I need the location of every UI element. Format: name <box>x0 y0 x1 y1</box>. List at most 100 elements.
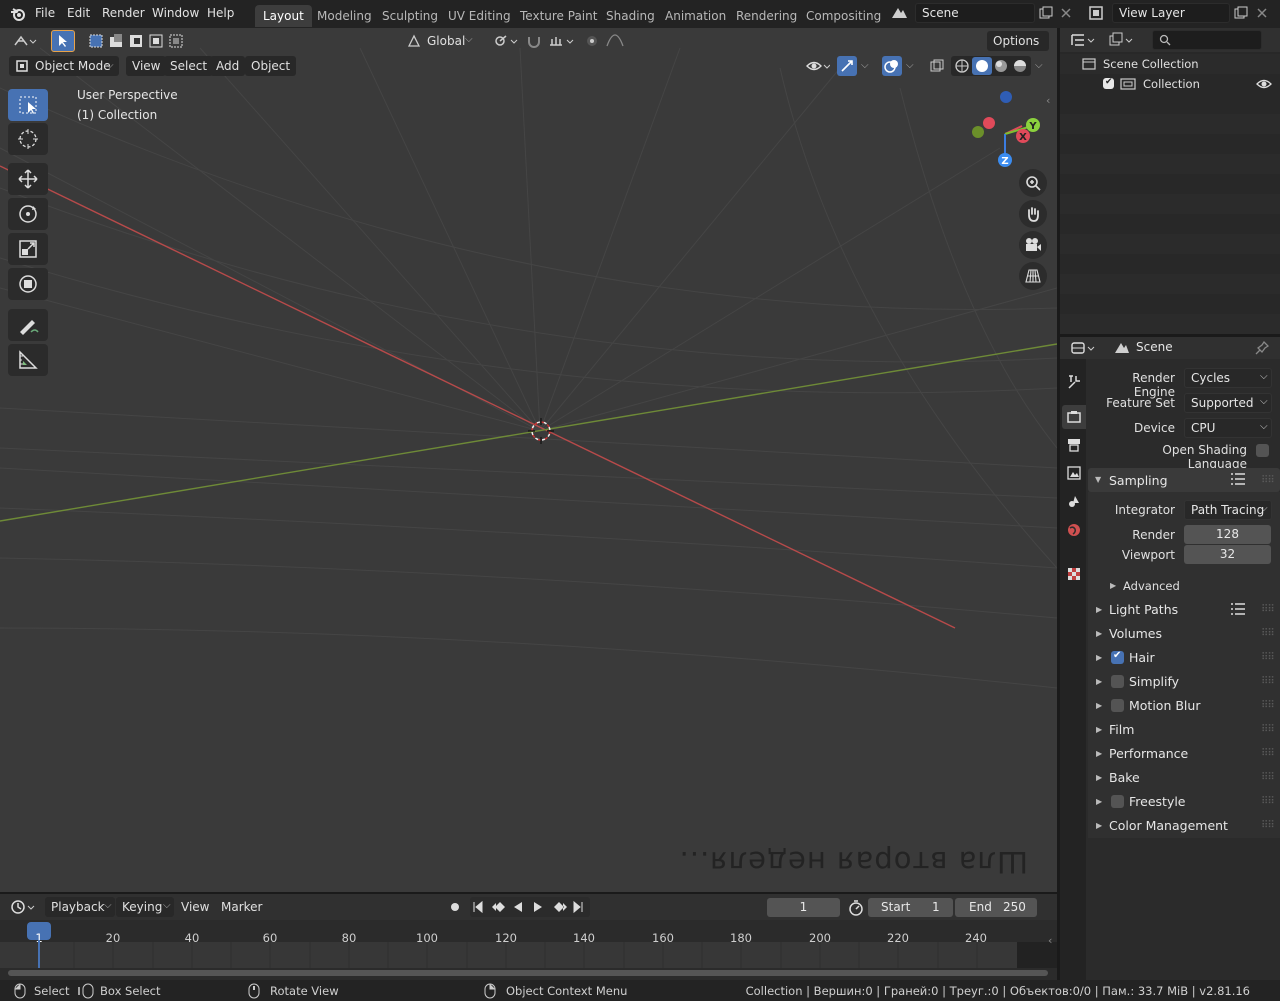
viewport-samples-field[interactable]: 32 <box>1184 545 1271 564</box>
feature-set-dropdown[interactable]: Supported <box>1184 393 1272 413</box>
drag-grip-icon[interactable]: ⠿⠿ <box>1261 652 1275 663</box>
stopwatch-icon[interactable] <box>846 898 866 918</box>
move-tool[interactable] <box>8 163 48 195</box>
menu-render[interactable]: Render <box>102 6 145 20</box>
tab-modeling[interactable]: Modeling <box>309 5 380 27</box>
tool-tab-icon[interactable] <box>1064 372 1084 392</box>
proportional-edit-icon[interactable] <box>582 31 602 51</box>
3d-cursor-icon[interactable] <box>528 418 554 444</box>
tab-animation[interactable]: Animation <box>657 5 734 27</box>
select-tool-mode-icon[interactable] <box>51 30 75 52</box>
playback-controls[interactable] <box>470 897 590 917</box>
outliner-row-collection[interactable]: ✔ Collection <box>1060 74 1280 94</box>
editor-type-icon[interactable] <box>10 31 40 51</box>
tab-shading[interactable]: Shading <box>598 5 663 27</box>
performance-panel[interactable]: ▶ Performance ⠿⠿ <box>1088 742 1278 764</box>
snap-icon[interactable] <box>524 31 544 51</box>
drag-grip-icon[interactable]: ⠿⠿ <box>1261 628 1275 639</box>
device-dropdown[interactable]: CPU <box>1184 418 1272 438</box>
outliner-editor-type-icon[interactable] <box>1068 30 1098 50</box>
menu-object[interactable]: Object <box>245 56 297 76</box>
tab-texture-paint[interactable]: Texture Paint <box>512 5 605 27</box>
selection-mode-icons[interactable] <box>88 31 184 51</box>
light-paths-panel[interactable]: ▶ Light Paths ⠿⠿ <box>1088 598 1278 620</box>
timeline-scrollbar[interactable] <box>8 970 1048 976</box>
pivot-point-icon[interactable] <box>490 31 520 51</box>
overlays-icon[interactable] <box>882 56 902 76</box>
simplify-panel[interactable]: ▶ Simplify ⠿⠿ <box>1088 670 1278 692</box>
film-panel[interactable]: ▶ Film ⠿⠿ <box>1088 718 1278 740</box>
pan-hand-icon[interactable] <box>1019 200 1047 228</box>
render-engine-dropdown[interactable]: Cycles <box>1184 368 1272 388</box>
outliner-row-scene-collection[interactable]: Scene Collection <box>1060 54 1280 74</box>
xray-icon[interactable] <box>927 56 947 76</box>
texture-tab-icon[interactable] <box>1064 564 1084 584</box>
new-view-layer-icon[interactable] <box>1231 3 1251 23</box>
eye-icon[interactable] <box>1256 77 1272 94</box>
render-tab-icon[interactable] <box>1062 405 1086 429</box>
drag-grip-icon[interactable]: ⠿⠿ <box>1261 820 1275 831</box>
gizmo-toggle-icon[interactable] <box>837 56 857 76</box>
drag-grip-icon[interactable]: ⠿⠿ <box>1261 748 1275 759</box>
delete-view-layer-icon[interactable] <box>1252 3 1272 23</box>
display-mode-icon[interactable] <box>1106 30 1136 50</box>
output-tab-icon[interactable] <box>1064 435 1084 455</box>
integrator-dropdown[interactable]: Path Tracing <box>1184 500 1272 520</box>
advanced-subpanel[interactable]: Advanced <box>1123 579 1180 593</box>
camera-view-icon[interactable] <box>1019 231 1047 259</box>
scene-selector-icon[interactable] <box>887 3 913 23</box>
properties-editor-type-icon[interactable] <box>1068 338 1098 358</box>
view-layer-icon[interactable] <box>1084 3 1110 23</box>
menu-select[interactable]: Select <box>164 56 214 76</box>
tab-uv-editing[interactable]: UV Editing <box>440 5 519 27</box>
drag-grip-icon[interactable]: ⠿⠿ <box>1261 700 1275 711</box>
drag-grip-icon[interactable]: ⠿⠿ <box>1261 772 1275 783</box>
snap-target-icon[interactable] <box>546 31 576 51</box>
tab-rendering[interactable]: Rendering <box>728 5 805 27</box>
render-samples-field[interactable]: 128 <box>1184 525 1271 544</box>
timeline-sidebar-toggle-icon[interactable]: ‹ <box>1048 934 1052 947</box>
shading-modes[interactable] <box>951 56 1031 76</box>
perspective-toggle-icon[interactable] <box>1019 262 1047 290</box>
tab-compositing[interactable]: Compositing <box>798 5 889 27</box>
3d-viewport[interactable]: Global ⌵ Options Object Mode ⌵ View Sele… <box>0 28 1057 892</box>
drag-grip-icon[interactable]: ⠿⠿ <box>1261 475 1275 486</box>
pin-icon[interactable] <box>1252 338 1272 358</box>
zoom-icon[interactable] <box>1019 169 1047 197</box>
options-dropdown[interactable]: Options <box>987 31 1049 51</box>
navigation-gizmo[interactable]: X Y Z <box>964 88 1050 168</box>
simplify-checkbox[interactable] <box>1111 675 1124 688</box>
menu-marker[interactable]: Marker <box>215 897 268 917</box>
presets-list-icon[interactable] <box>1230 602 1246 619</box>
drag-grip-icon[interactable]: ⠿⠿ <box>1261 724 1275 735</box>
presets-list-icon[interactable] <box>1230 472 1246 489</box>
menu-add[interactable]: Add <box>210 56 246 76</box>
annotate-tool[interactable] <box>8 309 48 341</box>
select-box-tool[interactable] <box>8 89 48 121</box>
outliner-search-input[interactable] <box>1152 30 1262 50</box>
tab-layout[interactable]: Layout <box>255 5 312 27</box>
drag-grip-icon[interactable]: ⠿⠿ <box>1261 796 1275 807</box>
bake-panel[interactable]: ▶ Bake ⠿⠿ <box>1088 766 1278 788</box>
volumes-panel[interactable]: ▶ Volumes ⠿⠿ <box>1088 622 1278 644</box>
scene-name-field[interactable]: Scene <box>915 3 1035 23</box>
view-layer-field[interactable]: View Layer <box>1112 3 1230 23</box>
record-keyframes-icon[interactable] <box>445 897 465 917</box>
tab-sculpting[interactable]: Sculpting <box>374 5 446 27</box>
cursor-tool[interactable] <box>8 123 48 155</box>
scene-tab-icon[interactable] <box>1064 491 1084 511</box>
falloff-icon[interactable] <box>604 31 632 51</box>
osl-checkbox[interactable] <box>1256 444 1269 457</box>
color-management-panel[interactable]: ▶ Color Management ⠿⠿ <box>1088 814 1278 836</box>
timeline-editor-type-icon[interactable] <box>8 897 38 917</box>
motion-blur-panel[interactable]: ▶ Motion Blur ⠿⠿ <box>1088 694 1278 716</box>
menu-window[interactable]: Window <box>152 6 199 20</box>
hair-panel[interactable]: ▶ ✔ Hair ⠿⠿ <box>1088 646 1278 668</box>
motion-blur-checkbox[interactable] <box>1111 699 1124 712</box>
visibility-icon[interactable] <box>804 56 832 76</box>
menu-edit[interactable]: Edit <box>67 6 90 20</box>
view-layer-tab-icon[interactable] <box>1064 463 1084 483</box>
measure-tool[interactable] <box>8 344 48 376</box>
blender-logo-icon[interactable] <box>8 4 28 24</box>
freestyle-panel[interactable]: ▶ Freestyle ⠿⠿ <box>1088 790 1278 812</box>
